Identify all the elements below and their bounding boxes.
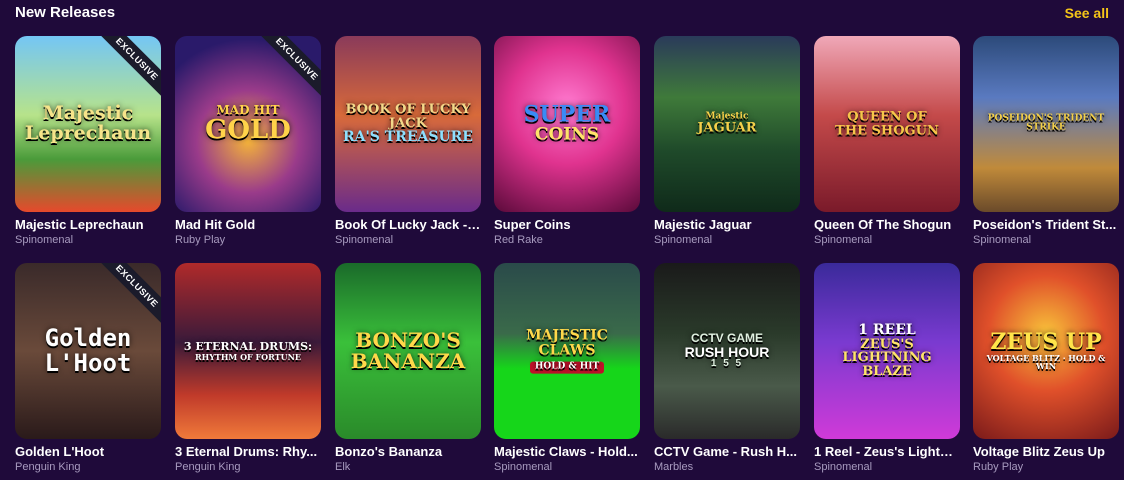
see-all-link[interactable]: See all	[1065, 5, 1109, 21]
game-thumbnail[interactable]: 3 ETERNAL DRUMS: RHYTHM OF FORTUNE	[175, 263, 321, 439]
game-name[interactable]: Voltage Blitz Zeus Up	[973, 444, 1119, 459]
game-card[interactable]: SUPER COINS Super Coins Red Rake	[494, 36, 640, 246]
game-logo-art: Majestic Leprechaun	[24, 102, 152, 144]
exclusive-badge: EXCLUSIVE	[98, 36, 161, 98]
game-thumbnail[interactable]: SUPER COINS	[494, 36, 640, 212]
game-thumbnail[interactable]: 1 REEL ZEUS'S LIGHTNING BLAZE	[814, 263, 960, 439]
game-name[interactable]: Queen Of The Shogun	[814, 217, 960, 232]
game-card[interactable]: Majestic Leprechaun EXCLUSIVE Majestic Le…	[15, 36, 161, 246]
game-thumbnail[interactable]: BONZO'S BANANZA	[335, 263, 481, 439]
game-thumbnail[interactable]: BOOK OF LUCKY JACK RA'S TREASURE	[335, 36, 481, 212]
game-logo-art: Majestic JAGUAR	[697, 111, 757, 136]
game-logo-art: ZEUS UP VOLTAGE BLITZ · HOLD & WIN	[986, 329, 1106, 372]
game-logo-art: 3 ETERNAL DRUMS: RHYTHM OF FORTUNE	[183, 340, 313, 362]
game-card[interactable]: BOOK OF LUCKY JACK RA'S TREASURE Book Of …	[335, 36, 481, 246]
game-card[interactable]: CCTV GAME RUSH HOUR 1 5 5 CCTV Game - Rush…	[654, 263, 800, 473]
game-name[interactable]: Mad Hit Gold	[175, 217, 321, 232]
games-row-1: Majestic Leprechaun EXCLUSIVE Majestic Le…	[15, 36, 1119, 246]
game-name[interactable]: 1 Reel - Zeus's Lightni...	[814, 444, 960, 459]
game-provider: Ruby Play	[175, 234, 226, 246]
game-thumbnail[interactable]: Majestic Leprechaun EXCLUSIVE	[15, 36, 161, 212]
game-name[interactable]: Golden L'Hoot	[15, 444, 161, 459]
game-provider: Spinomenal	[494, 461, 553, 473]
game-card[interactable]: POSEIDON'S TRIDENT STRIKE Poseidon's Tri…	[973, 36, 1119, 246]
game-provider: Spinomenal	[654, 234, 713, 246]
game-name[interactable]: Majestic Leprechaun	[15, 217, 161, 232]
game-card[interactable]: Golden L'Hoot EXCLUSIVE Golden L'Hoot Pen…	[15, 263, 161, 473]
game-thumbnail[interactable]: MAD HIT GOLD EXCLUSIVE	[175, 36, 321, 212]
game-card[interactable]: MAJESTIC CLAWS HOLD & HIT Majestic Claws …	[494, 263, 640, 473]
game-name[interactable]: 3 Eternal Drums: Rhy...	[175, 444, 321, 459]
game-provider: Spinomenal	[973, 234, 1032, 246]
games-row-2: Golden L'Hoot EXCLUSIVE Golden L'Hoot Pen…	[15, 263, 1119, 473]
game-name[interactable]: Majestic Jaguar	[654, 217, 800, 232]
game-card[interactable]: ZEUS UP VOLTAGE BLITZ · HOLD & WIN Voltag…	[973, 263, 1119, 473]
exclusive-badge: EXCLUSIVE	[98, 263, 161, 325]
game-name[interactable]: Poseidon's Trident St...	[973, 217, 1119, 232]
game-provider: Red Rake	[494, 234, 543, 246]
game-thumbnail[interactable]: POSEIDON'S TRIDENT STRIKE	[973, 36, 1119, 212]
game-card[interactable]: BONZO'S BANANZA Bonzo's Bananza Elk	[335, 263, 481, 473]
game-logo-art: QUEEN OF THE SHOGUN	[835, 109, 939, 138]
game-provider: Ruby Play	[973, 461, 1024, 473]
game-logo-art: BOOK OF LUCKY JACK RA'S TREASURE	[343, 102, 473, 146]
game-thumbnail[interactable]: Majestic JAGUAR	[654, 36, 800, 212]
game-provider: Spinomenal	[335, 234, 394, 246]
game-card[interactable]: QUEEN OF THE SHOGUN Queen Of The Shogun S…	[814, 36, 960, 246]
exclusive-badge: EXCLUSIVE	[258, 36, 321, 98]
game-logo-art: BONZO'S BANANZA	[350, 328, 466, 373]
game-thumbnail[interactable]: MAJESTIC CLAWS HOLD & HIT	[494, 263, 640, 439]
game-thumbnail[interactable]: Golden L'Hoot EXCLUSIVE	[15, 263, 161, 439]
section-header: New Releases See all	[15, 4, 1109, 22]
game-thumbnail[interactable]: QUEEN OF THE SHOGUN	[814, 36, 960, 212]
section-title: New Releases	[15, 4, 116, 21]
game-logo-art: Golden L'Hoot	[44, 323, 132, 377]
game-provider: Spinomenal	[15, 234, 74, 246]
game-provider: Penguin King	[175, 461, 241, 473]
game-thumbnail[interactable]: ZEUS UP VOLTAGE BLITZ · HOLD & WIN	[973, 263, 1119, 439]
game-logo-art: MAJESTIC CLAWS HOLD & HIT	[526, 327, 608, 374]
game-name[interactable]: Majestic Claws - Hold...	[494, 444, 640, 459]
game-card[interactable]: Majestic JAGUAR Majestic Jaguar Spinomena…	[654, 36, 800, 246]
game-name[interactable]: Bonzo's Bananza	[335, 444, 481, 459]
game-logo-art: MAD HIT GOLD	[205, 103, 291, 145]
game-name[interactable]: CCTV Game - Rush H...	[654, 444, 800, 459]
game-name[interactable]: Super Coins	[494, 217, 640, 232]
game-card[interactable]: 3 ETERNAL DRUMS: RHYTHM OF FORTUNE 3 Eter…	[175, 263, 321, 473]
game-provider: Elk	[335, 461, 351, 473]
game-provider: Spinomenal	[814, 461, 873, 473]
game-name[interactable]: Book Of Lucky Jack - ...	[335, 217, 481, 232]
game-logo-art: 1 REEL ZEUS'S LIGHTNING BLAZE	[842, 322, 932, 380]
game-card[interactable]: MAD HIT GOLD EXCLUSIVE Mad Hit Gold Ruby …	[175, 36, 321, 246]
game-provider: Marbles	[654, 461, 694, 473]
game-thumbnail[interactable]: CCTV GAME RUSH HOUR 1 5 5	[654, 263, 800, 439]
game-logo-art: SUPER COINS	[523, 101, 611, 145]
game-logo-art: POSEIDON'S TRIDENT STRIKE	[987, 113, 1105, 133]
game-card[interactable]: 1 REEL ZEUS'S LIGHTNING BLAZE 1 Reel - Ze…	[814, 263, 960, 473]
game-logo-art: CCTV GAME RUSH HOUR 1 5 5	[684, 331, 770, 370]
game-provider: Spinomenal	[814, 234, 873, 246]
game-provider: Penguin King	[15, 461, 81, 473]
